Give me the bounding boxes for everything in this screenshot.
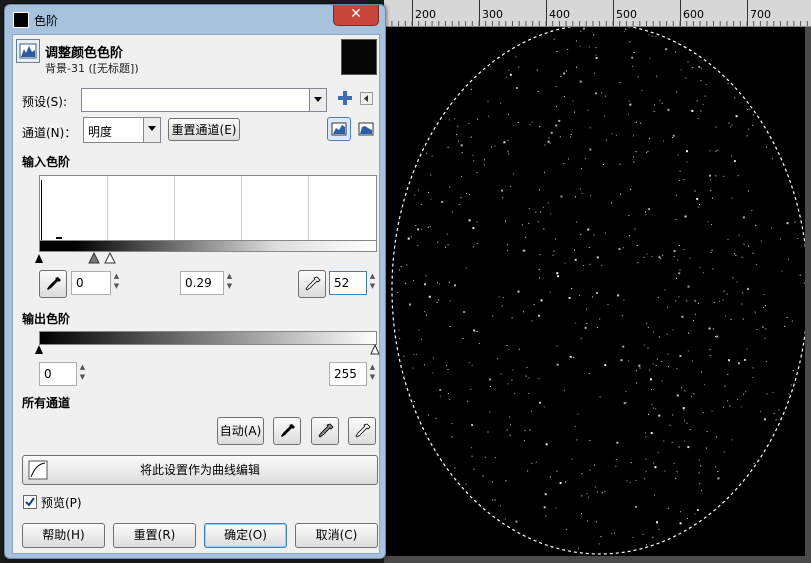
auto-button[interactable]: 自动(A) xyxy=(217,417,264,445)
white-level-value: 52 xyxy=(334,276,350,290)
eyedropper-icon xyxy=(318,423,334,438)
edit-as-curves-button[interactable]: 将此设置作为曲线编辑 xyxy=(22,455,378,485)
check-icon xyxy=(25,497,35,507)
eyedropper-icon xyxy=(305,276,321,291)
all-channels-heading: 所有通道 xyxy=(22,396,71,410)
levels-window-icon xyxy=(13,12,29,28)
output-low-stepper[interactable]: ▲ ▼ xyxy=(78,362,87,382)
canvas-bottom-edge xyxy=(384,556,811,563)
black-level-input[interactable]: 0 xyxy=(71,271,111,295)
help-button[interactable]: 帮助(H) xyxy=(22,523,105,548)
pick-white-all-button[interactable] xyxy=(348,417,376,445)
histogram-bar xyxy=(56,237,62,239)
gamma-input[interactable]: 0.29 xyxy=(180,271,224,295)
selection-marquee xyxy=(391,27,809,555)
eyedropper-icon xyxy=(355,423,371,438)
preset-combo[interactable] xyxy=(81,88,327,112)
pick-black-all-button[interactable] xyxy=(273,417,301,445)
chevron-down-icon[interactable] xyxy=(143,118,160,142)
dialog-title: 色阶 xyxy=(34,14,59,28)
output-low-handle[interactable] xyxy=(35,345,43,354)
histogram-peak xyxy=(41,180,42,240)
output-high-handle[interactable] xyxy=(370,343,380,355)
dialog-heading: 调整颜色色阶 xyxy=(45,46,124,61)
channel-combo[interactable]: 明度 xyxy=(83,117,161,143)
gamma-value: 0.29 xyxy=(185,276,212,290)
output-slider-handles[interactable] xyxy=(35,343,381,357)
channel-value: 明度 xyxy=(88,125,113,139)
ok-button[interactable]: 确定(O) xyxy=(204,523,287,548)
output-low-input[interactable]: 0 xyxy=(39,362,77,386)
black-level-stepper[interactable]: ▲ ▼ xyxy=(112,271,121,291)
output-low-value: 0 xyxy=(44,367,52,381)
black-point-handle[interactable] xyxy=(35,254,43,263)
output-high-value: 255 xyxy=(334,367,357,381)
levels-icon xyxy=(16,39,40,63)
black-level-value: 0 xyxy=(76,276,84,290)
levels-dialog: 色阶 ✕ 调整颜色色阶 背景-31 ([无标题]) 预设(S): 通道(N)： … xyxy=(4,4,386,559)
output-levels-heading: 输出色阶 xyxy=(22,312,71,326)
image-name-label: 背景-31 ([无标题]) xyxy=(45,62,139,75)
cancel-button[interactable]: 取消(C) xyxy=(295,523,378,548)
input-histogram[interactable] xyxy=(39,175,377,241)
eyedropper-icon xyxy=(47,277,61,290)
preview-label[interactable]: 预览(P) xyxy=(41,494,82,511)
log-histogram-icon[interactable] xyxy=(356,119,376,139)
white-level-input[interactable]: 52 xyxy=(329,271,367,295)
white-point-picker-button[interactable] xyxy=(298,270,326,298)
white-point-handle[interactable] xyxy=(104,251,116,264)
reset-channel-button[interactable]: 重置通道(E) xyxy=(168,118,240,141)
linear-histogram-icon[interactable] xyxy=(327,117,351,141)
dialog-content: 调整颜色色阶 背景-31 ([无标题]) 预设(S): 通道(N)： 明度 重置… xyxy=(12,34,380,554)
starfield-image xyxy=(391,27,809,555)
edit-as-curves-label: 将此设置作为曲线编辑 xyxy=(139,463,260,477)
chevron-down-icon[interactable] xyxy=(309,89,326,111)
channel-label: 通道(N)： xyxy=(22,126,77,140)
add-preset-icon[interactable] xyxy=(337,90,353,106)
dialog-titlebar[interactable]: 色阶 ✕ xyxy=(5,5,385,33)
curves-icon xyxy=(28,460,48,480)
output-high-input[interactable]: 255 xyxy=(329,362,367,386)
pick-gray-all-button[interactable] xyxy=(311,417,339,445)
horizontal-ruler[interactable]: 200 300 400 500 600 700 xyxy=(384,0,811,27)
white-level-stepper[interactable]: ▲ ▼ xyxy=(368,271,377,291)
preview-checkbox[interactable] xyxy=(23,495,37,509)
preset-label: 预设(S): xyxy=(22,95,68,109)
drawable-preview-thumbnail xyxy=(341,39,377,75)
canvas-scroll-edge xyxy=(805,27,811,563)
output-high-stepper[interactable]: ▲ ▼ xyxy=(368,362,377,382)
ruler-minor-ticks xyxy=(384,21,808,26)
gamma-handle[interactable] xyxy=(88,251,100,264)
black-point-picker-button[interactable] xyxy=(39,270,67,298)
reset-button[interactable]: 重置(R) xyxy=(113,523,196,548)
close-button[interactable]: ✕ xyxy=(333,5,379,26)
input-levels-heading: 输入色阶 xyxy=(22,155,71,169)
menu-arrow-icon[interactable] xyxy=(360,92,373,105)
gamma-stepper[interactable]: ▲ ▼ xyxy=(225,271,234,291)
input-slider-handles[interactable] xyxy=(35,251,381,265)
eyedropper-icon xyxy=(281,424,295,437)
image-view[interactable] xyxy=(384,27,811,563)
